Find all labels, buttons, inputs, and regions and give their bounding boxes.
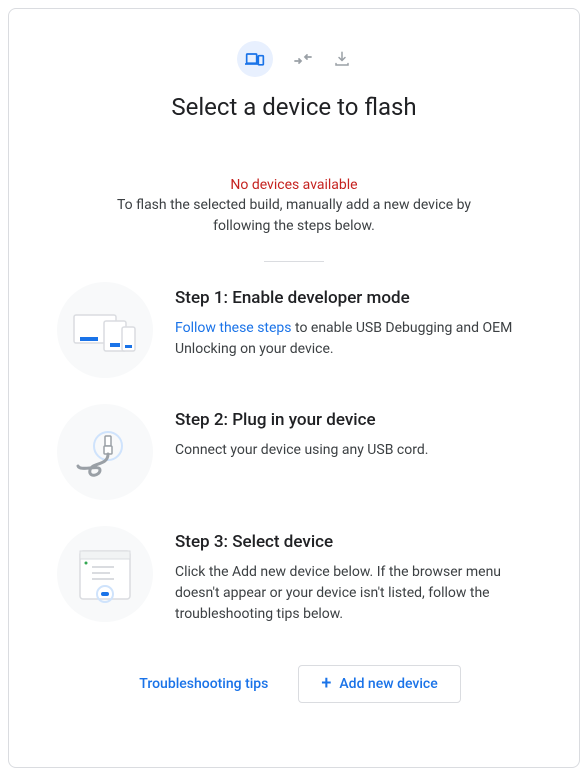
status-description: To flash the selected build, manually ad… <box>57 195 531 237</box>
step-3-description: Click the Add new device below. If the b… <box>175 562 531 625</box>
flash-dialog: Select a device to flash No devices avai… <box>8 8 580 768</box>
step-1-text: Step 1: Enable developer mode Follow the… <box>175 282 531 360</box>
select-device-icon <box>70 539 140 609</box>
step-3-text: Step 3: Select device Click the Add new … <box>175 526 531 625</box>
step-3-illustration <box>57 526 153 622</box>
step-2: Step 2: Plug in your device Connect your… <box>57 404 531 500</box>
status-block: No devices available To flash the select… <box>57 177 531 237</box>
steps-list: Step 1: Enable developer mode Follow the… <box>57 282 531 625</box>
add-device-label: Add new device <box>339 676 437 692</box>
step-2-illustration <box>57 404 153 500</box>
divider <box>264 261 324 262</box>
add-device-button[interactable]: + Add new device <box>298 665 460 703</box>
troubleshooting-button[interactable]: Troubleshooting tips <box>127 668 280 700</box>
step-3-title: Step 3: Select device <box>175 532 531 552</box>
step-2-title: Step 2: Plug in your device <box>175 410 531 430</box>
connect-icon <box>293 51 313 67</box>
step-3: Step 3: Select device Click the Add new … <box>57 526 531 625</box>
plus-icon: + <box>321 675 331 693</box>
actions-row: Troubleshooting tips + Add new device <box>57 665 531 703</box>
devices-icon-active <box>237 41 273 77</box>
stepper-icons <box>57 41 531 77</box>
usb-icon <box>70 422 140 482</box>
step-1-description: Follow these steps to enable USB Debuggi… <box>175 318 531 360</box>
step-1: Step 1: Enable developer mode Follow the… <box>57 282 531 378</box>
devices-icon <box>245 49 265 69</box>
step-1-illustration <box>57 282 153 378</box>
step-2-description: Connect your device using any USB cord. <box>175 440 531 461</box>
step-1-title: Step 1: Enable developer mode <box>175 288 531 308</box>
follow-steps-link[interactable]: Follow these steps <box>175 320 292 336</box>
download-icon <box>333 50 351 68</box>
page-title: Select a device to flash <box>57 93 531 121</box>
step-2-text: Step 2: Plug in your device Connect your… <box>175 404 531 461</box>
status-error: No devices available <box>57 177 531 193</box>
developer-mode-icon <box>70 305 140 355</box>
